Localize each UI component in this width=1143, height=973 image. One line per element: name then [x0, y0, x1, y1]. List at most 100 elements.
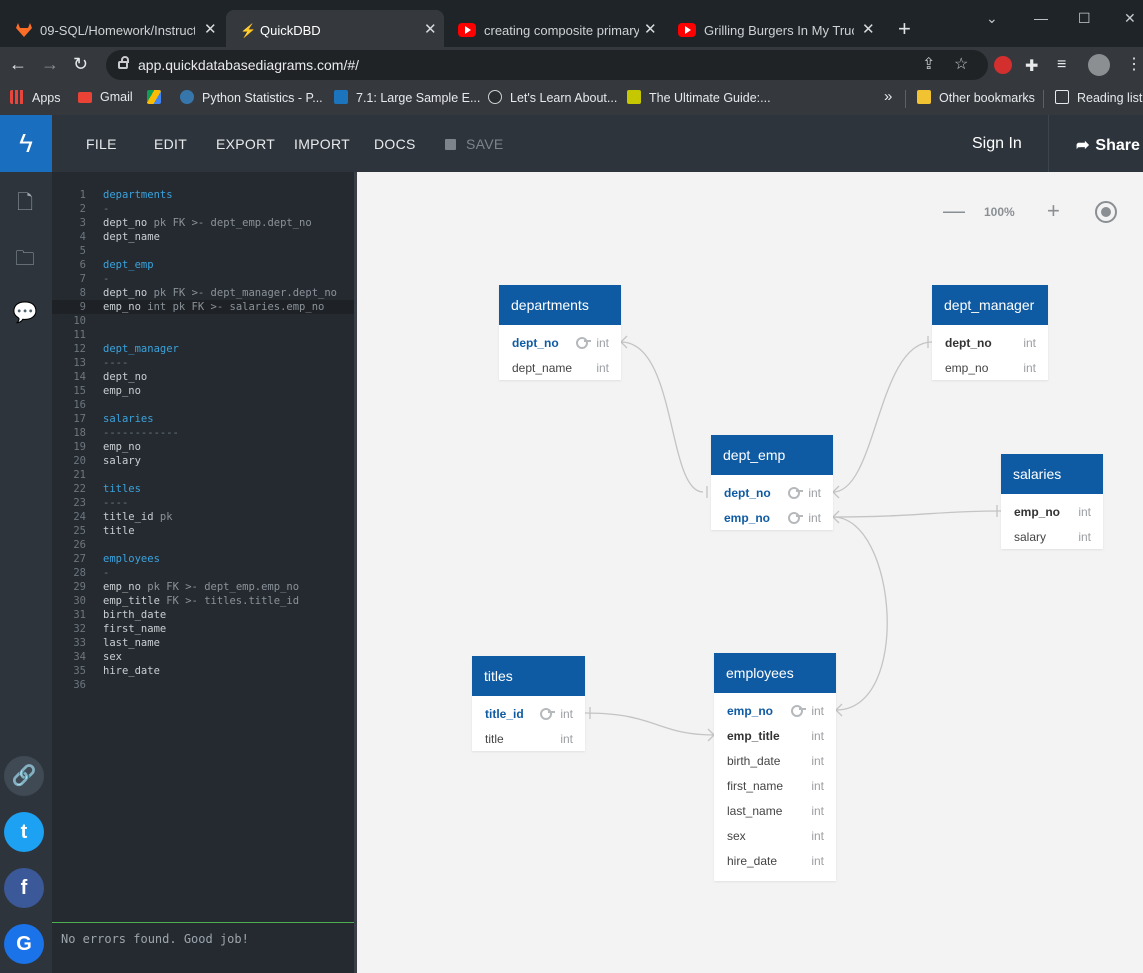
code-line: emp_no	[103, 441, 141, 453]
table-field[interactable]: first_name int	[714, 773, 836, 798]
bookmarks-divider	[1043, 90, 1044, 108]
code-line: employees	[103, 553, 160, 565]
diagram-canvas[interactable]: — 100% + departments dept_no int dept_nam	[357, 172, 1143, 973]
sign-in-button[interactable]: Sign In	[972, 135, 1022, 153]
document-icon[interactable]: 🗋	[12, 188, 38, 222]
code-line: title	[103, 525, 135, 537]
minimize-icon[interactable]: —	[1034, 10, 1048, 26]
tab-search-icon[interactable]: ⌄	[986, 10, 998, 27]
reading-list-button[interactable]: Reading list	[1055, 90, 1142, 105]
extensions-puzzle-icon[interactable]: ✚	[1025, 56, 1038, 76]
table-field[interactable]: emp_no int	[711, 505, 833, 530]
table-dept-manager[interactable]: dept_manager dept_no int emp_no int	[932, 285, 1048, 380]
table-title: departments	[499, 285, 621, 325]
table-employees[interactable]: employees emp_no int emp_title int birth_d…	[714, 653, 836, 881]
line-number: 18	[73, 427, 86, 439]
table-field[interactable]: emp_no int	[1001, 499, 1103, 524]
address-bar[interactable]: app.quickdatabasediagrams.com/#/ ⇪ ☆	[106, 50, 988, 80]
browser-tab[interactable]: 09-SQL/Homework/Instructio ✕	[0, 10, 225, 47]
table-field[interactable]: emp_title int	[714, 723, 836, 748]
code-text[interactable]: departments - dept_no pk FK >- dept_emp.de…	[103, 188, 337, 692]
code-line: title_id pk	[103, 511, 173, 523]
bookmarks-overflow-icon[interactable]: »	[884, 88, 892, 105]
menu-edit[interactable]: EDIT	[154, 136, 187, 152]
folder-icon	[917, 90, 931, 104]
table-field[interactable]: emp_no int	[714, 698, 836, 723]
table-field[interactable]: hire_date int	[714, 848, 836, 873]
reload-icon[interactable]: ↻	[73, 54, 88, 75]
google-icon[interactable]: G	[4, 924, 44, 964]
table-field[interactable]: dept_name int	[499, 355, 621, 380]
close-icon[interactable]: ✕	[424, 20, 437, 38]
url-text[interactable]: app.quickdatabasediagrams.com/#/	[138, 57, 359, 73]
back-icon[interactable]: ←	[9, 54, 27, 75]
browser-tab[interactable]: Grilling Burgers In My Truck C ✕	[664, 10, 882, 47]
close-icon[interactable]: ✕	[204, 20, 217, 38]
bookmark-apps[interactable]: Apps	[10, 90, 61, 105]
folder-icon[interactable]: 🗀	[12, 244, 38, 278]
table-dept-emp[interactable]: dept_emp dept_no int emp_no int	[711, 435, 833, 530]
key-icon	[788, 512, 803, 524]
relation-dept-emp-employees	[832, 516, 888, 711]
save-button[interactable]: SAVE	[445, 136, 504, 152]
table-field[interactable]: dept_no int	[711, 480, 833, 505]
table-title: salaries	[1001, 454, 1103, 494]
browser-tab[interactable]: creating composite primary/fo ✕	[444, 10, 662, 47]
line-number: 31	[73, 609, 86, 621]
bookmark-drive[interactable]	[147, 90, 169, 105]
menu-import[interactable]: IMPORT	[294, 136, 350, 152]
relation-titles-employees	[584, 712, 715, 736]
table-field[interactable]: salary int	[1001, 524, 1103, 549]
code-line: hire_date	[103, 665, 160, 677]
table-salaries[interactable]: salaries emp_no int salary int	[1001, 454, 1103, 549]
extension-adblock-icon[interactable]	[994, 56, 1012, 74]
lock-icon	[118, 56, 129, 69]
tab-title: 09-SQL/Homework/Instructio	[40, 23, 195, 38]
share-page-icon[interactable]: ⇪	[922, 54, 935, 74]
bookmark-large-sample[interactable]: 7.1: Large Sample E...	[334, 90, 480, 105]
table-field[interactable]: last_name int	[714, 798, 836, 823]
bookmarks-bar: Apps Gmail Python Statistics - P... 7.1:…	[0, 83, 1143, 115]
media-queue-icon[interactable]: ≡	[1057, 56, 1066, 74]
table-titles[interactable]: titles title_id int title int	[472, 656, 585, 751]
bookmark-python-statistics[interactable]: Python Statistics - P...	[180, 90, 323, 105]
close-icon[interactable]: ✕	[644, 20, 657, 38]
bookmark-star-icon[interactable]: ☆	[954, 54, 968, 74]
line-number: 1	[79, 189, 86, 201]
window-close-icon[interactable]: ✕	[1124, 10, 1136, 27]
line-number: 4	[79, 231, 86, 243]
browser-tab-active[interactable]: ⚡ QuickDBD ✕	[226, 10, 444, 47]
menu-export[interactable]: EXPORT	[216, 136, 275, 152]
forward-icon[interactable]: →	[41, 54, 59, 75]
quickdbd-logo-icon[interactable]: ϟ	[0, 115, 52, 172]
code-editor[interactable]: 1 2 3 4 5 6 7 8 9 10 11 12 13 14 15 16 17 18 19 20 21 22 23 24 2…	[52, 172, 354, 922]
facebook-icon[interactable]: f	[4, 868, 44, 908]
table-field[interactable]: emp_no int	[932, 355, 1048, 380]
link-icon[interactable]: 🔗	[4, 756, 44, 796]
line-number: 15	[73, 385, 86, 397]
maximize-icon[interactable]: ☐	[1078, 10, 1091, 27]
bookmark-other[interactable]: Other bookmarks	[917, 90, 1035, 105]
comment-icon[interactable]: 💬	[12, 300, 38, 325]
bookmark-lets-learn[interactable]: Let's Learn About...	[488, 90, 617, 105]
close-icon[interactable]: ✕	[862, 20, 875, 38]
twitter-icon[interactable]: t	[4, 812, 44, 852]
table-field[interactable]: dept_no int	[932, 330, 1048, 355]
table-field[interactable]: dept_no int	[499, 330, 621, 355]
table-field[interactable]: sex int	[714, 823, 836, 848]
more-menu-icon[interactable]: ⋮	[1126, 54, 1142, 74]
bookmark-gmail[interactable]: Gmail	[78, 90, 133, 104]
share-button[interactable]: ➦ Share	[1076, 135, 1140, 155]
avatar[interactable]	[1088, 54, 1110, 76]
table-field[interactable]: birth_date int	[714, 748, 836, 773]
gmail-icon	[78, 92, 92, 103]
menu-docs[interactable]: DOCS	[374, 136, 416, 152]
table-departments[interactable]: departments dept_no int dept_name int	[499, 285, 621, 380]
bookmark-ultimate-guide[interactable]: The Ultimate Guide:...	[627, 90, 771, 105]
menu-file[interactable]: FILE	[86, 136, 117, 152]
line-number: 17	[73, 413, 86, 425]
table-field[interactable]: title_id int	[472, 701, 585, 726]
table-field[interactable]: title int	[472, 726, 585, 751]
new-tab-button[interactable]: +	[898, 16, 911, 42]
